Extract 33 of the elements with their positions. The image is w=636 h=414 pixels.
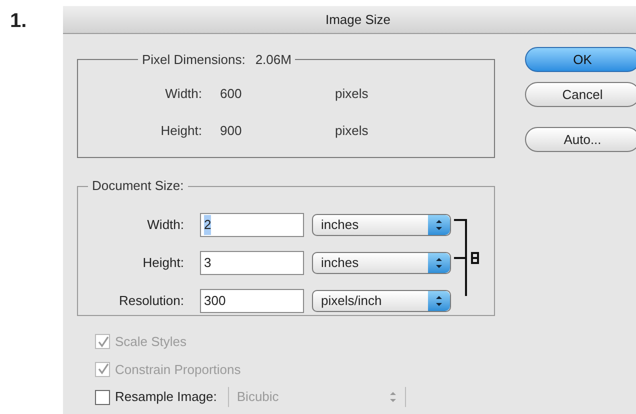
unit-label: pixels <box>335 85 368 104</box>
dimension-value: 900 <box>220 122 243 140</box>
field-label: Height: <box>142 254 184 272</box>
field-label: Resolution: <box>118 292 184 310</box>
dialog-button[interactable]: Auto... <box>525 127 636 152</box>
input-field[interactable]: 300 <box>200 289 304 313</box>
file-size: 2.06M <box>255 51 292 69</box>
option-label: Scale Styles <box>115 333 187 351</box>
popup-arrows-icon <box>428 253 450 273</box>
unit-dropdown[interactable]: pixels/inch <box>312 290 451 312</box>
ok-button[interactable]: OK <box>525 47 636 72</box>
checkbox[interactable] <box>95 390 110 404</box>
checkmark-icon <box>96 336 108 348</box>
dimension-value: 600 <box>220 85 243 104</box>
unit-dropdown[interactable]: inches <box>312 214 451 236</box>
field-label: Width: <box>146 216 184 234</box>
dimension-label: Width: <box>164 85 202 104</box>
option-label: Resample Image: <box>115 388 217 406</box>
unit-label: pixels <box>335 122 368 140</box>
popup-arrows-icon <box>388 391 397 403</box>
dimension-label: Height: <box>160 122 202 140</box>
option-label: Constrain Proportions <box>115 360 241 379</box>
input-field[interactable]: 3 <box>200 251 304 275</box>
input-field[interactable]: 2 <box>200 213 304 237</box>
popup-arrows-icon <box>428 215 450 235</box>
popup-arrows-icon <box>428 291 450 311</box>
dialog-button[interactable]: Cancel <box>525 82 636 107</box>
figure-number: 1. <box>10 10 27 32</box>
checkmark-icon <box>96 363 108 376</box>
group-title: Pixel Dimensions: <box>142 51 246 69</box>
group-title: Document Size: <box>92 178 184 193</box>
unit-dropdown[interactable]: inches <box>312 252 451 274</box>
window-title: Image Size <box>325 10 391 29</box>
